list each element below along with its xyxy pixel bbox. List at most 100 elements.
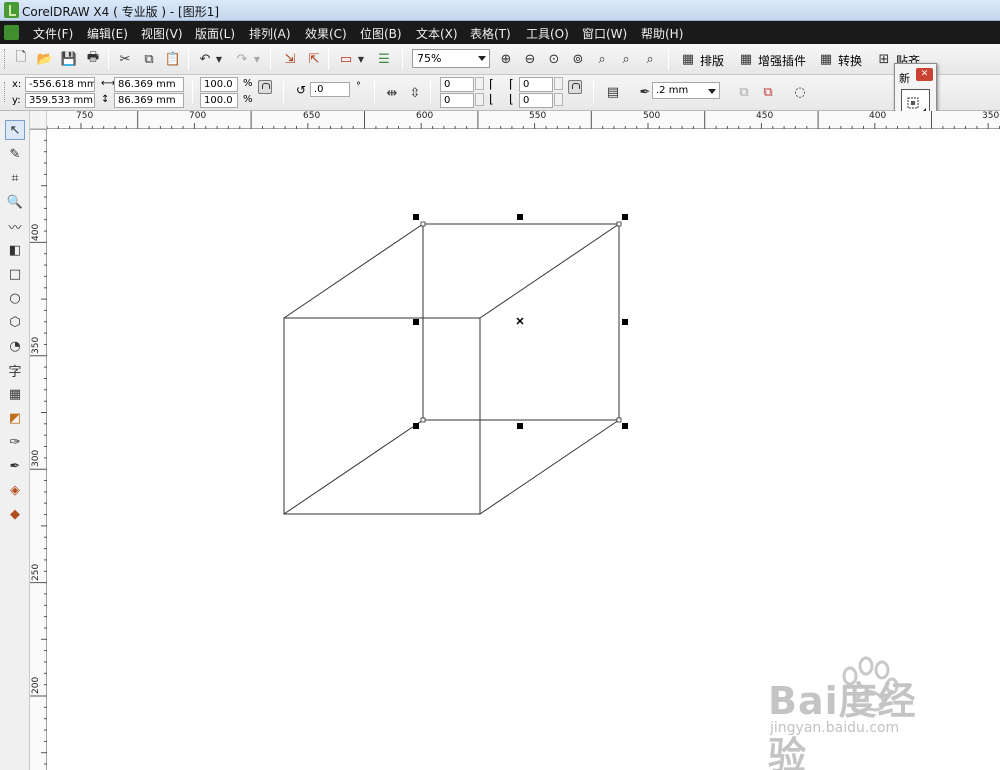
corner-radius-bottom-right-field[interactable]: 0 [519, 93, 553, 108]
spinner-icon[interactable] [554, 93, 563, 106]
menu-file[interactable]: 文件(F) [33, 25, 73, 42]
node-marker[interactable] [616, 417, 622, 423]
menu-edit[interactable]: 编辑(E) [87, 25, 128, 42]
ellipse-tool-icon[interactable]: ○ [5, 288, 25, 308]
menu-arrange[interactable]: 排列(A) [249, 25, 291, 42]
cube-front-face[interactable] [283, 317, 481, 515]
x-position-field[interactable]: -556.618 mm [25, 77, 95, 92]
ruler-origin[interactable] [30, 111, 47, 129]
rectangle-tool-icon[interactable]: □ [5, 264, 25, 284]
menu-layout[interactable]: 版面(L) [195, 25, 235, 42]
lock-corners-icon[interactable] [568, 80, 582, 94]
shape-tool-icon[interactable]: ✎ [5, 144, 25, 164]
convert-button[interactable]: 转换 [838, 52, 862, 69]
spinner-icon[interactable] [475, 77, 484, 90]
cube-edge[interactable] [283, 419, 424, 515]
spinner-icon[interactable] [554, 77, 563, 90]
selection-handle[interactable] [517, 423, 523, 429]
pick-tool-icon[interactable]: ↖ [5, 120, 25, 140]
polygon-tool-icon[interactable]: ⬡ [5, 312, 25, 332]
redo-icon[interactable]: ↷ [232, 49, 252, 69]
node-marker[interactable] [420, 417, 426, 423]
interactive-fill-tool-icon[interactable]: ◆ [5, 504, 25, 524]
interactive-blend-tool-icon[interactable]: ◩ [5, 408, 25, 428]
selection-handle[interactable] [517, 214, 523, 220]
outline-width-select[interactable]: .2 mm [652, 82, 720, 99]
node-marker[interactable] [420, 221, 426, 227]
horizontal-ruler[interactable]: 750 700 650 600 550 500 450 400 350 [47, 111, 1000, 129]
zoom-level-select[interactable]: 75% [412, 49, 490, 68]
outline-tool-icon[interactable]: ✒ [5, 456, 25, 476]
menu-effects[interactable]: 效果(C) [305, 25, 347, 42]
plugin-button[interactable]: 增强插件 [758, 52, 806, 69]
menu-help[interactable]: 帮助(H) [641, 25, 683, 42]
menu-bitmaps[interactable]: 位图(B) [360, 25, 402, 42]
to-back-icon[interactable]: ⧉ [758, 82, 778, 102]
lock-ratio-icon[interactable] [258, 80, 272, 94]
corner-radius-top-left-field[interactable]: 0 [440, 77, 474, 92]
application-launcher-icon[interactable]: ▭ [336, 49, 356, 69]
to-front-icon[interactable]: ⧉ [734, 82, 754, 102]
close-icon[interactable]: ✕ [916, 68, 933, 81]
menu-table[interactable]: 表格(T) [470, 25, 511, 42]
menu-tools[interactable]: 工具(O) [526, 25, 569, 42]
text-tool-icon[interactable]: 字 [5, 360, 25, 380]
document-icon[interactable] [4, 25, 19, 40]
plugin-icon[interactable]: ▦ [736, 49, 756, 69]
menu-text[interactable]: 文本(X) [416, 25, 458, 42]
table-tool-icon[interactable]: ▦ [5, 384, 25, 404]
selection-handle[interactable] [622, 423, 628, 429]
mirror-horizontal-icon[interactable]: ⇹ [382, 83, 402, 103]
eyedropper-tool-icon[interactable]: ✑ [5, 432, 25, 452]
height-field[interactable]: 86.369 mm [114, 93, 184, 108]
menu-window[interactable]: 窗口(W) [582, 25, 627, 42]
new-document-icon[interactable]: 🗋 [11, 49, 31, 69]
rotation-angle-field[interactable]: .0 [310, 82, 350, 97]
selection-handle[interactable] [413, 214, 419, 220]
smart-fill-tool-icon[interactable]: ◧ [5, 240, 25, 260]
spinner-icon[interactable] [475, 93, 484, 106]
snap-icon[interactable]: ⊞ [874, 49, 894, 69]
wrap-text-icon[interactable]: ▤ [603, 82, 623, 102]
node-marker[interactable] [616, 221, 622, 227]
zoom-page-icon[interactable]: ⌕ [592, 49, 612, 69]
menu-view[interactable]: 视图(V) [141, 25, 183, 42]
open-icon[interactable]: 📂 [35, 49, 55, 69]
y-position-field[interactable]: 359.533 mm [25, 93, 95, 108]
copy-icon[interactable]: ⧉ [139, 49, 159, 69]
center-marker-icon[interactable] [516, 317, 524, 325]
zoom-tool-icon[interactable]: 🔍 [5, 192, 25, 212]
basic-shapes-tool-icon[interactable]: ◔ [5, 336, 25, 356]
selection-handle[interactable] [413, 319, 419, 325]
selection-handle[interactable] [622, 214, 628, 220]
convert-icon[interactable]: ▦ [816, 49, 836, 69]
zoom-selected-icon[interactable]: ⊙ [544, 49, 564, 69]
paste-icon[interactable]: 📋 [163, 49, 183, 69]
scale-x-field[interactable]: 100.0 [200, 77, 238, 92]
selection-handle[interactable] [622, 319, 628, 325]
vertical-ruler[interactable]: 400 350 300 250 200 [30, 129, 47, 770]
zoom-out-icon[interactable]: ⊖ [520, 49, 540, 69]
layout-button[interactable]: 排版 [700, 52, 724, 69]
undo-icon[interactable]: ↶ [195, 49, 215, 69]
toolbar-grip[interactable] [4, 82, 7, 102]
zoom-page-height-icon[interactable]: ⌕ [640, 49, 660, 69]
undo-dropdown-icon[interactable]: ▼ [214, 49, 224, 69]
import-icon[interactable]: ⇲ [280, 49, 300, 69]
fill-tool-icon[interactable]: ◈ [5, 480, 25, 500]
print-icon[interactable]: 🖶 [83, 49, 103, 69]
zoom-page-width-icon[interactable]: ⌕ [616, 49, 636, 69]
redo-dropdown-icon[interactable]: ▼ [252, 49, 262, 69]
corner-radius-bottom-left-field[interactable]: 0 [440, 93, 474, 108]
zoom-all-objects-icon[interactable]: ⊚ [568, 49, 588, 69]
width-field[interactable]: 86.369 mm [114, 77, 184, 92]
layout-icon[interactable]: ▦ [678, 49, 698, 69]
cut-icon[interactable]: ✂ [115, 49, 135, 69]
cube-edge[interactable] [283, 223, 424, 319]
save-icon[interactable]: 💾 [59, 49, 79, 69]
cube-edge[interactable] [479, 419, 620, 515]
export-icon[interactable]: ⇱ [304, 49, 324, 69]
launcher-dropdown-icon[interactable]: ▼ [356, 49, 366, 69]
welcome-screen-icon[interactable]: ☰ [374, 49, 394, 69]
freehand-tool-icon[interactable]: 〰 [5, 216, 25, 236]
